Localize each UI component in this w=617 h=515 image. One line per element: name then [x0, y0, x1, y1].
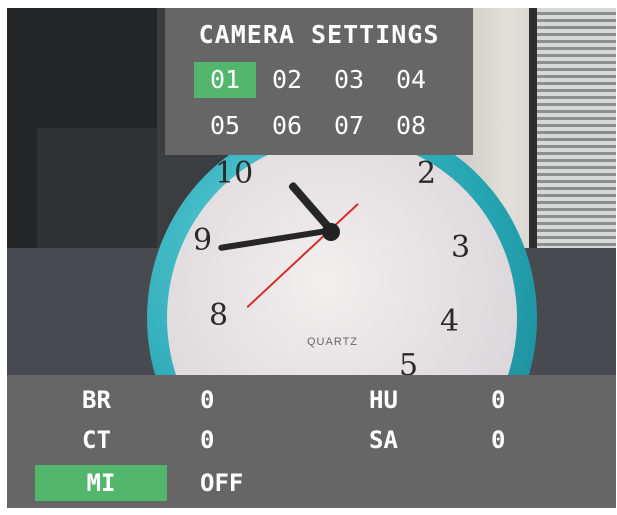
image-settings-panel: BR 0 HU 0 CT 0 SA 0 MI OFF: [7, 375, 616, 508]
hue-value[interactable]: 0: [491, 382, 505, 418]
brightness-value[interactable]: 0: [200, 382, 214, 418]
camera-option-01[interactable]: 01: [194, 62, 256, 98]
saturation-value[interactable]: 0: [491, 422, 505, 458]
camera-option-06[interactable]: 06: [256, 108, 318, 144]
clock-numeral-2: 2: [417, 156, 437, 191]
camera-option-08[interactable]: 08: [380, 108, 442, 144]
brightness-label[interactable]: BR: [82, 382, 111, 418]
contrast-value[interactable]: 0: [200, 422, 214, 458]
clock-pivot: [322, 223, 340, 241]
background-monitor-base: [37, 128, 157, 248]
mirror-label[interactable]: MI: [35, 465, 167, 501]
hue-label[interactable]: HU: [369, 382, 398, 418]
camera-viewport: 10 2 9 3 8 4 5 QUARTZ CAMERA SETTINGS 01…: [0, 0, 617, 515]
camera-option-03[interactable]: 03: [318, 62, 380, 98]
saturation-label[interactable]: SA: [369, 422, 398, 458]
clock-numeral-9: 9: [193, 223, 213, 258]
osd-title: CAMERA SETTINGS: [198, 20, 440, 49]
mirror-value[interactable]: OFF: [200, 465, 243, 501]
camera-option-02[interactable]: 02: [256, 62, 318, 98]
clock-numeral-3: 3: [451, 230, 471, 265]
camera-option-04[interactable]: 04: [380, 62, 442, 98]
camera-select-panel: CAMERA SETTINGS 01 02 03 04 05 06 07 08: [165, 8, 473, 155]
camera-option-07[interactable]: 07: [318, 108, 380, 144]
clock-brand-label: QUARTZ: [307, 336, 359, 348]
camera-option-05[interactable]: 05: [194, 108, 256, 144]
contrast-label[interactable]: CT: [82, 422, 111, 458]
clock-numeral-10: 10: [215, 156, 254, 191]
clock-numeral-4: 4: [440, 304, 460, 339]
clock-numeral-8: 8: [209, 298, 229, 333]
